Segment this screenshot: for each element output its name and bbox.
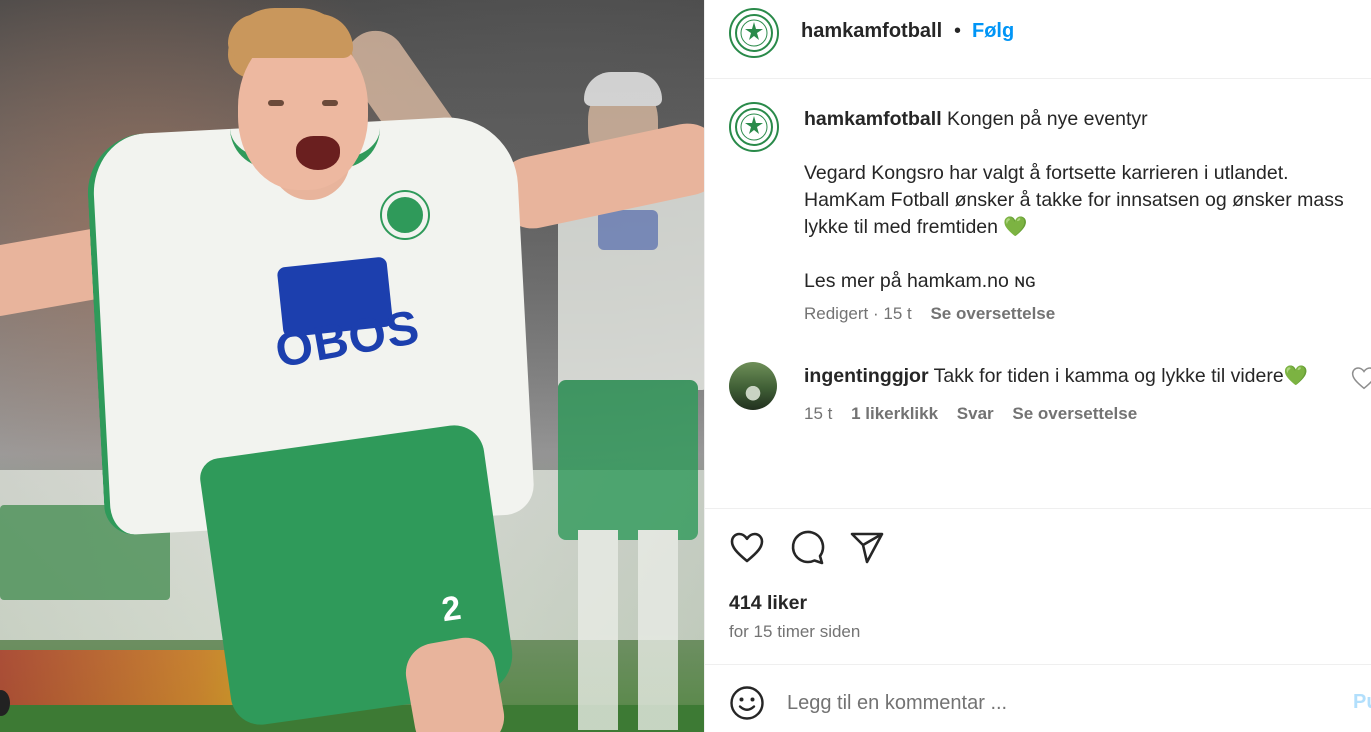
separator-dot: •	[954, 20, 962, 42]
caption-author[interactable]: hamkamfotball	[804, 108, 942, 130]
main-player: OBOS 2	[0, 0, 704, 732]
follow-button[interactable]: Følg	[972, 20, 1014, 43]
comment-time: 15 t	[804, 404, 833, 423]
caption-title: Kongen på nye eventyr	[947, 108, 1148, 130]
comment-body: Takk for tiden i kamma og lykke til vide…	[933, 365, 1308, 387]
post-image[interactable]: OBOS 2	[0, 0, 704, 732]
heart-icon[interactable]	[729, 530, 765, 566]
see-translation-button[interactable]: Se oversettelse	[930, 304, 1055, 323]
smiley-icon[interactable]	[729, 685, 765, 721]
caption-line: HamKam Fotball ønsker å takke for innsat…	[804, 189, 1344, 211]
actions-divider	[705, 508, 1371, 509]
paper-plane-icon[interactable]	[849, 530, 885, 566]
hamkam-crest-icon[interactable]	[729, 102, 779, 152]
caption-line: lykke til med fremtiden 💚	[804, 216, 1028, 238]
comment-composer: Publiser	[705, 664, 1371, 732]
comment-bubble-icon[interactable]	[789, 530, 825, 566]
post-panel: hamkamfotball • Følg hamkamfotball Konge…	[704, 0, 1371, 732]
post-header: hamkamfotball • Følg	[705, 0, 1371, 79]
post-time: for 15 timer siden	[729, 622, 861, 641]
edited-time: Redigert · 15 t	[804, 304, 912, 323]
like-count[interactable]: 414 liker	[729, 592, 807, 615]
comment-input[interactable]	[787, 681, 1327, 725]
comment-likes[interactable]: 1 likerklikk	[851, 404, 938, 423]
heart-outline-icon[interactable]	[1351, 366, 1371, 390]
hamkam-crest-icon[interactable]	[729, 8, 779, 58]
comment-meta: 15 t 1 likerklikk Svar Se oversettelse	[804, 404, 1151, 424]
post-comment-button[interactable]: Publiser	[1353, 691, 1371, 714]
avatar[interactable]	[729, 362, 777, 410]
reply-button[interactable]: Svar	[957, 404, 994, 423]
comment-text: ingentinggjor Takk for tiden i kamma og …	[804, 364, 1308, 388]
club-badge	[382, 192, 428, 238]
author-username[interactable]: hamkamfotball	[801, 20, 942, 43]
caption-line: Les mer på hamkam.no ɴɢ	[804, 270, 1036, 292]
caption-line: Vegard Kongsro har valgt å fortsette kar…	[804, 162, 1289, 184]
comment-translate-button[interactable]: Se oversettelse	[1012, 404, 1137, 423]
caption-meta: Redigert · 15 t Se oversettelse	[804, 304, 1055, 324]
comment-author[interactable]: ingentinggjor	[804, 365, 929, 387]
caption-text: hamkamfotball Kongen på nye eventyr Vega…	[804, 106, 1371, 295]
